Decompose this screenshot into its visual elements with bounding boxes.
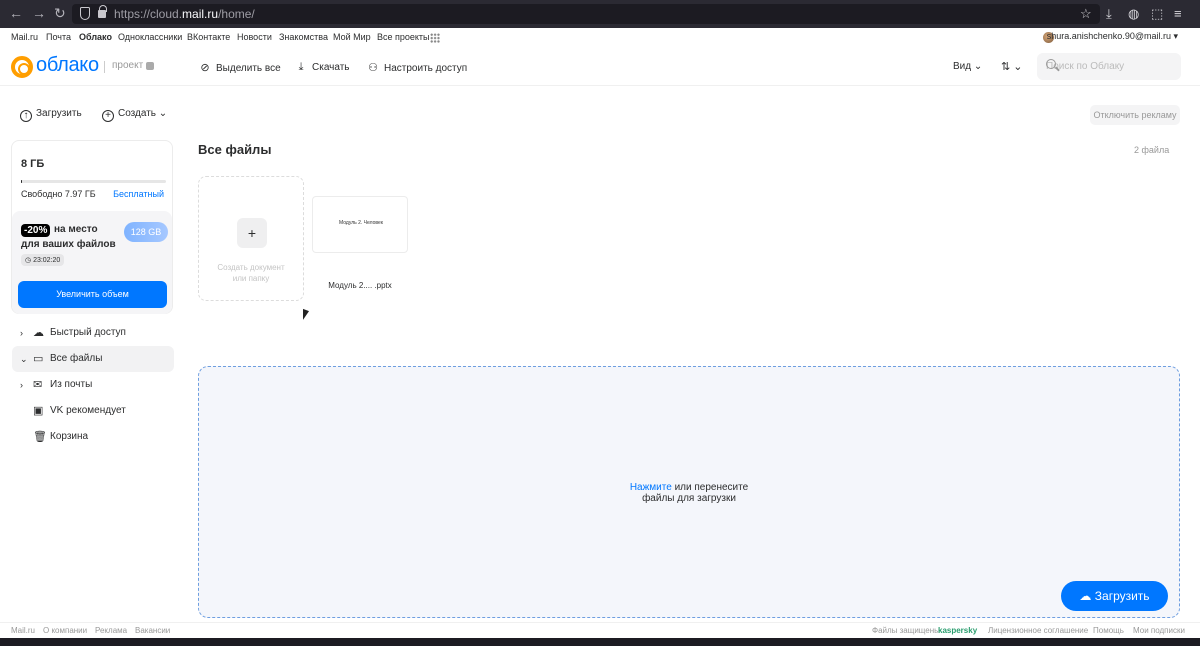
bookmark-star-icon[interactable]: ☆ — [1080, 6, 1092, 22]
users-icon: ⚇ — [368, 62, 378, 74]
plan-link[interactable]: Бесплатный — [113, 189, 164, 199]
extensions-icon[interactable]: ⬚ — [1151, 6, 1163, 22]
vpn-icon[interactable]: ◍ — [1128, 6, 1139, 22]
cloud-icon: ☁ — [33, 327, 44, 339]
sort-dropdown-icon[interactable]: ⇅ ⌄ — [1001, 60, 1023, 73]
promo-line1: на место — [54, 224, 98, 235]
storage-total: 8 ГБ — [21, 158, 45, 170]
forward-icon[interactable]: → — [32, 5, 46, 21]
tree-item-trash[interactable]: 🗑 Корзина — [12, 424, 174, 450]
create-document-tile[interactable]: + Создать документ или папку — [198, 176, 304, 301]
cloud-logo-text[interactable]: облако — [36, 54, 99, 77]
promo-line2: для ваших файлов — [21, 239, 116, 250]
downloads-icon[interactable]: ⤓ — [1106, 6, 1112, 22]
portal-link-mailru[interactable]: Mail.ru — [11, 32, 38, 42]
reload-icon[interactable]: ↻ — [54, 5, 66, 22]
footer-link[interactable]: Вакансии — [135, 626, 170, 635]
chevron-down-icon[interactable]: ⌄ — [20, 346, 28, 372]
shield-icon — [80, 7, 90, 20]
upload-button[interactable]: ↑ Загрузить — [20, 108, 82, 122]
portal-link-news[interactable]: Новости — [237, 32, 272, 42]
drop-zone-text: Нажмите или перенесите файлы для загрузки — [629, 482, 749, 504]
window-bottom-edge — [0, 638, 1200, 646]
tree-item-quick-access[interactable]: › ☁ Быстрый доступ — [12, 320, 174, 346]
lock-icon — [98, 5, 107, 18]
storage-widget: 8 ГБ Свободно 7.97 ГБ Бесплатный -20% на… — [11, 140, 173, 314]
cloud-upload-icon: ↑ — [20, 110, 32, 122]
user-email[interactable]: shura.anishchenko.90@mail.ru ▾ — [1047, 31, 1178, 42]
tree-item-all-files[interactable]: ⌄ ▭ Все файлы — [12, 346, 174, 372]
cloud-page: Mail.ru Почта Облако Одноклассники ВКонт… — [0, 28, 1200, 638]
vk-icon: ▣ — [33, 405, 44, 417]
search-input[interactable]: Поиск по Облаку — [1037, 53, 1181, 80]
project-label: проект — [112, 60, 144, 71]
chevron-right-icon[interactable]: › — [20, 320, 23, 346]
mouse-cursor-icon — [303, 308, 309, 323]
apps-grid-icon[interactable] — [430, 33, 440, 43]
file-name[interactable]: Модуль 2.... .pptx — [312, 281, 408, 290]
storage-progress-fill — [21, 180, 23, 183]
portal-link-vk[interactable]: ВКонтакте — [187, 32, 230, 42]
disable-ads-button[interactable]: Отключить рекламу — [1090, 105, 1180, 125]
create-button[interactable]: + Создать ⌄ — [102, 108, 167, 122]
cloud-logo-icon[interactable] — [11, 56, 33, 78]
footer-protected-text: Файлы защищены — [872, 626, 940, 635]
footer-link[interactable]: Mail.ru — [11, 626, 35, 635]
drop-zone[interactable]: Нажмите или перенесите файлы для загрузки — [198, 366, 1180, 618]
create-document-label: Создать документ или папку — [217, 263, 285, 283]
select-all-button[interactable]: ⊘ Выделить все — [199, 61, 280, 74]
kaspersky-logo: kaspersky — [938, 626, 978, 635]
file-count: 2 файла — [1134, 145, 1170, 155]
share-settings-button[interactable]: ⚇ Настроить доступ — [367, 61, 467, 74]
vk-badge-icon — [146, 62, 154, 70]
portal-link-mail[interactable]: Почта — [46, 32, 71, 42]
promo-timer: ◷ 23:02:20 — [21, 254, 65, 266]
portal-link-dating[interactable]: Знакомства — [279, 32, 328, 42]
footer-link[interactable]: Помощь — [1093, 626, 1124, 635]
portal-menu: Mail.ru Почта Облако Одноклассники ВКонт… — [0, 28, 1200, 48]
footer-link[interactable]: Лицензионное соглашение — [988, 626, 1088, 635]
logo-divider — [104, 61, 105, 73]
footer: Mail.ru О компании Реклама Вакансии Файл… — [0, 622, 1200, 638]
portal-link-myworld[interactable]: Мой Мир — [333, 32, 371, 42]
promo-size-badge: 128 GB — [124, 222, 168, 242]
download-icon: ⤓ — [298, 61, 304, 73]
footer-link[interactable]: Мои подписки — [1133, 626, 1185, 635]
storage-free: Свободно 7.97 ГБ — [21, 189, 96, 199]
download-button[interactable]: ⤓ Скачать — [295, 61, 350, 74]
file-thumbnail[interactable]: Модуль 2. Человек — [312, 196, 408, 253]
folder-tree: › ☁ Быстрый доступ ⌄ ▭ Все файлы › ✉ Из почты … — [12, 320, 174, 450]
promo-block: -20% на место для ваших файлов ◷ 23:02:2… — [12, 211, 172, 314]
folder-icon: ▭ — [33, 353, 44, 365]
address-bar[interactable]: https://cloud.mail.ru/home/ — [72, 4, 1100, 24]
view-dropdown[interactable]: Вид ⌄ — [953, 61, 982, 72]
click-to-upload-link[interactable]: Нажмите — [630, 482, 672, 493]
chevron-right-icon[interactable]: › — [20, 372, 23, 398]
trash-icon: 🗑 — [33, 431, 47, 443]
tree-item-from-mail[interactable]: › ✉ Из почты — [12, 372, 174, 398]
storage-progress — [21, 180, 166, 183]
check-circle-icon: ⊘ — [200, 62, 210, 74]
footer-link[interactable]: О компании — [43, 626, 87, 635]
plus-circle-icon: + — [102, 110, 114, 122]
footer-link[interactable]: Реклама — [95, 626, 127, 635]
increase-storage-button[interactable]: Увеличить объем — [18, 281, 167, 308]
back-icon[interactable]: ← — [9, 5, 23, 21]
menu-icon[interactable]: ≡ — [1174, 6, 1182, 21]
page-title: Все файлы — [198, 142, 272, 157]
plus-icon[interactable]: + — [237, 218, 267, 248]
portal-link-all-projects[interactable]: Все проекты — [377, 32, 430, 42]
portal-link-cloud[interactable]: Облако — [79, 32, 112, 42]
discount-badge: -20% — [21, 224, 51, 237]
file-preview-text: Модуль 2. Человек — [339, 220, 383, 226]
search-icon[interactable] — [1046, 59, 1056, 69]
url-text[interactable]: https://cloud.mail.ru/home/ — [114, 7, 255, 21]
cloud-header: облако проект ⊘ Выделить все ⤓ Скачать ⚇ На… — [0, 48, 1200, 86]
browser-toolbar: ← → ↻ https://cloud.mail.ru/home/ ☆ ⤓ ◍ … — [0, 0, 1200, 28]
mail-icon: ✉ — [33, 379, 43, 391]
portal-link-ok[interactable]: Одноклассники — [118, 32, 182, 42]
tree-item-vk-recommends[interactable]: ▣ VK рекомендует — [12, 398, 174, 424]
upload-fab-button[interactable]: ☁ Загрузить — [1061, 581, 1168, 611]
